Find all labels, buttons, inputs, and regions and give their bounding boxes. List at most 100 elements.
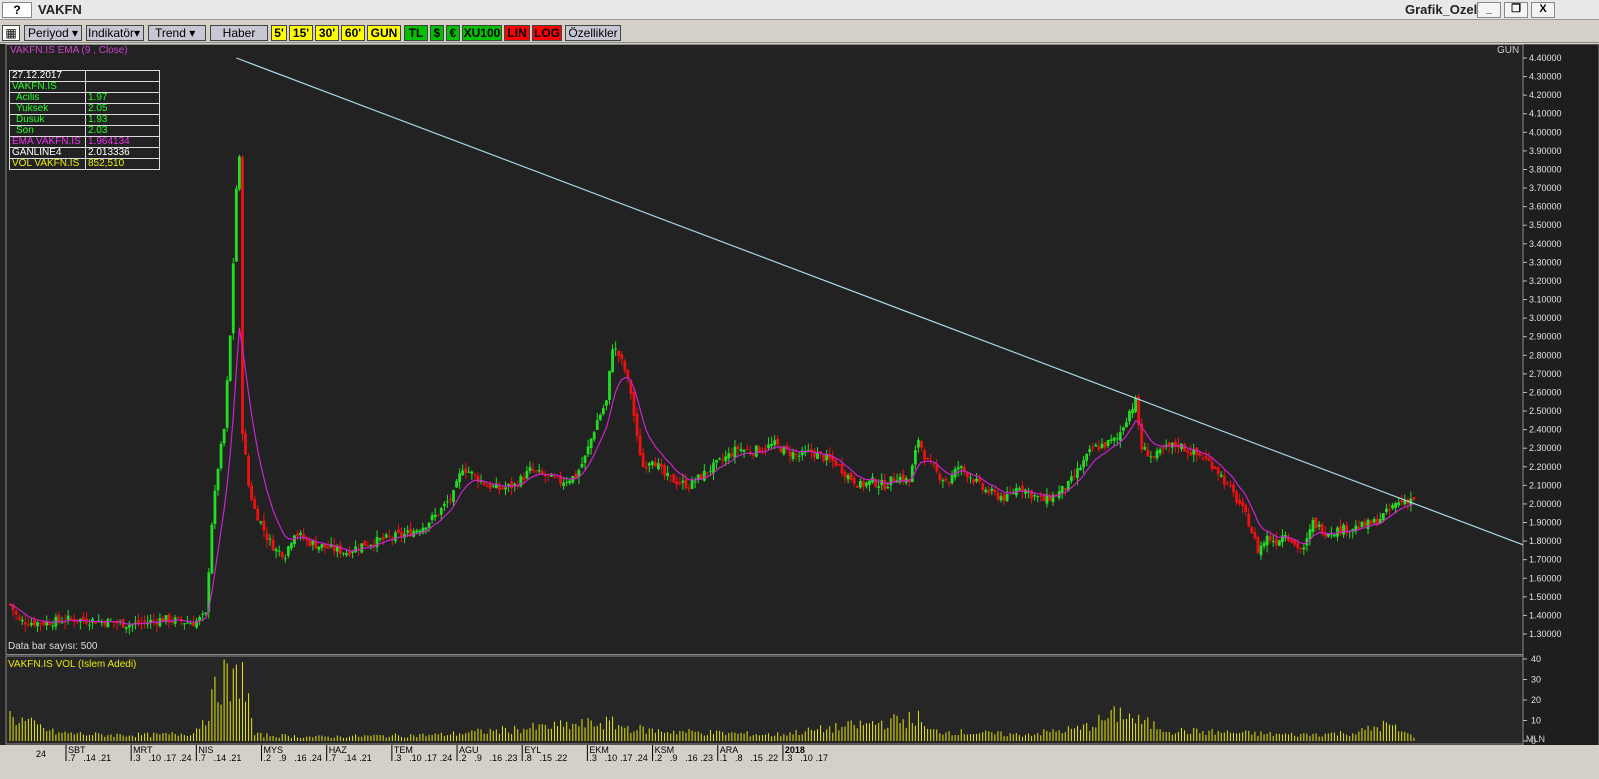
candle-body <box>127 624 131 628</box>
periyod-menu[interactable]: Periyod ▾ <box>24 25 82 41</box>
xu100-button[interactable]: XU100 <box>462 25 502 41</box>
candle-body <box>88 624 91 626</box>
date-day-label: .14 <box>344 753 357 763</box>
date-day-label: .17 <box>164 753 177 763</box>
price-tick-label: 1.40000 <box>1529 610 1562 620</box>
price-tick-label: 3.80000 <box>1529 164 1562 174</box>
window-title: VAKFN <box>38 2 82 17</box>
candle-body <box>1085 454 1089 461</box>
date-day-label: .8 <box>524 753 532 763</box>
candle-body <box>176 617 180 619</box>
lin-scale-button[interactable]: LIN <box>504 25 530 41</box>
price-tick-label: 1.60000 <box>1529 573 1562 583</box>
candle-body <box>767 444 770 449</box>
candle-body <box>586 446 590 455</box>
currency-usd-button[interactable]: $ <box>430 25 444 41</box>
candle-body <box>400 531 403 537</box>
haber-button[interactable]: Haber <box>210 25 268 41</box>
date-day-label: .24 <box>440 753 453 763</box>
candle-body <box>742 450 746 452</box>
log-scale-button[interactable]: LOG <box>532 25 562 41</box>
currency-eur-button[interactable]: € <box>446 25 460 41</box>
candle-body <box>598 414 602 420</box>
candle-body <box>1256 537 1260 554</box>
candle-body <box>788 451 792 457</box>
candle-body <box>522 477 526 480</box>
minimize-button[interactable]: _ <box>1477 2 1501 18</box>
price-tick-label: 4.20000 <box>1529 90 1562 100</box>
candle-body <box>938 473 942 481</box>
date-day-label: .17 <box>620 753 633 763</box>
candle-body <box>415 530 419 533</box>
trend-menu[interactable]: Trend ▾ <box>148 25 206 41</box>
candle-body <box>608 370 611 400</box>
candle-body <box>1143 447 1147 450</box>
candle-body <box>950 475 954 484</box>
candle-body <box>889 476 893 486</box>
candle-body <box>1388 509 1391 511</box>
price-tick-label: 3.70000 <box>1529 183 1562 193</box>
period-gun-button[interactable]: GUN <box>367 25 401 41</box>
restore-button[interactable]: ❐ <box>1504 2 1528 18</box>
candle-body <box>941 480 945 482</box>
candle-body <box>210 524 214 574</box>
chart-icon[interactable]: ▦ <box>2 25 20 41</box>
candle-body <box>1198 453 1202 457</box>
chevron-down-icon: ▾ <box>189 26 196 40</box>
candle-body <box>1274 538 1278 545</box>
candle-body <box>641 452 645 468</box>
indikator-menu[interactable]: Indikatör▾ <box>86 25 144 41</box>
candle-body <box>684 479 688 489</box>
price-chart[interactable]: 1.30000 1.40000 1.50000 1.60000 1.70000 1.800… <box>0 44 1599 779</box>
candle-body <box>369 544 373 547</box>
candle-body <box>23 622 27 625</box>
candle-body <box>972 479 975 483</box>
close-button[interactable]: X <box>1531 2 1555 18</box>
candle-body <box>791 452 795 460</box>
info-vol-key: VOL VAKFN.IS <box>9 158 86 170</box>
date-day-label: .9 <box>279 753 287 763</box>
date-day-label: .22 <box>766 753 779 763</box>
app-title: Grafik_Ozel <box>1405 2 1478 17</box>
candle-body <box>216 468 220 491</box>
candle-body <box>247 456 250 486</box>
chevron-down-icon: ▾ <box>134 26 141 40</box>
candle-body <box>709 471 712 473</box>
candle-body <box>1024 489 1027 494</box>
candle-body <box>705 472 709 474</box>
candle-body <box>1033 495 1037 497</box>
info-empty <box>85 81 160 93</box>
candle-body <box>1005 494 1009 501</box>
candle-body <box>274 549 278 552</box>
currency-tl-button[interactable]: TL <box>404 25 428 41</box>
info-value: 2.03 <box>85 125 160 137</box>
period-60-button[interactable]: 60' <box>341 25 365 41</box>
candle-body <box>886 486 890 489</box>
candle-body <box>1118 432 1122 441</box>
candle-body <box>17 616 21 620</box>
period-30-button[interactable]: 30' <box>315 25 339 41</box>
help-button[interactable]: ? <box>2 2 32 18</box>
candle-body <box>868 480 871 485</box>
candle-body <box>231 263 235 334</box>
candle-body <box>280 552 284 558</box>
candle-body <box>387 535 391 537</box>
candle-body <box>320 544 324 548</box>
price-tick-label: 1.70000 <box>1529 555 1562 565</box>
period-5-button[interactable]: 5' <box>271 25 287 41</box>
candle-body <box>678 482 682 484</box>
info-ganline-key: GANLINE4 <box>9 147 86 159</box>
candle-body <box>745 449 749 451</box>
candle-body <box>1253 532 1257 539</box>
date-day-label: .2 <box>655 753 663 763</box>
candle-body <box>975 478 978 482</box>
candle-body <box>910 465 914 483</box>
candle-body <box>33 620 36 626</box>
candle-body <box>1241 501 1245 506</box>
candle-body <box>26 624 30 626</box>
candle-body <box>999 496 1003 501</box>
candle-body <box>589 438 593 449</box>
period-15-button[interactable]: 15' <box>289 25 313 41</box>
date-day-label: .16 <box>294 753 307 763</box>
ozellikler-button[interactable]: Özellikler <box>565 25 621 41</box>
